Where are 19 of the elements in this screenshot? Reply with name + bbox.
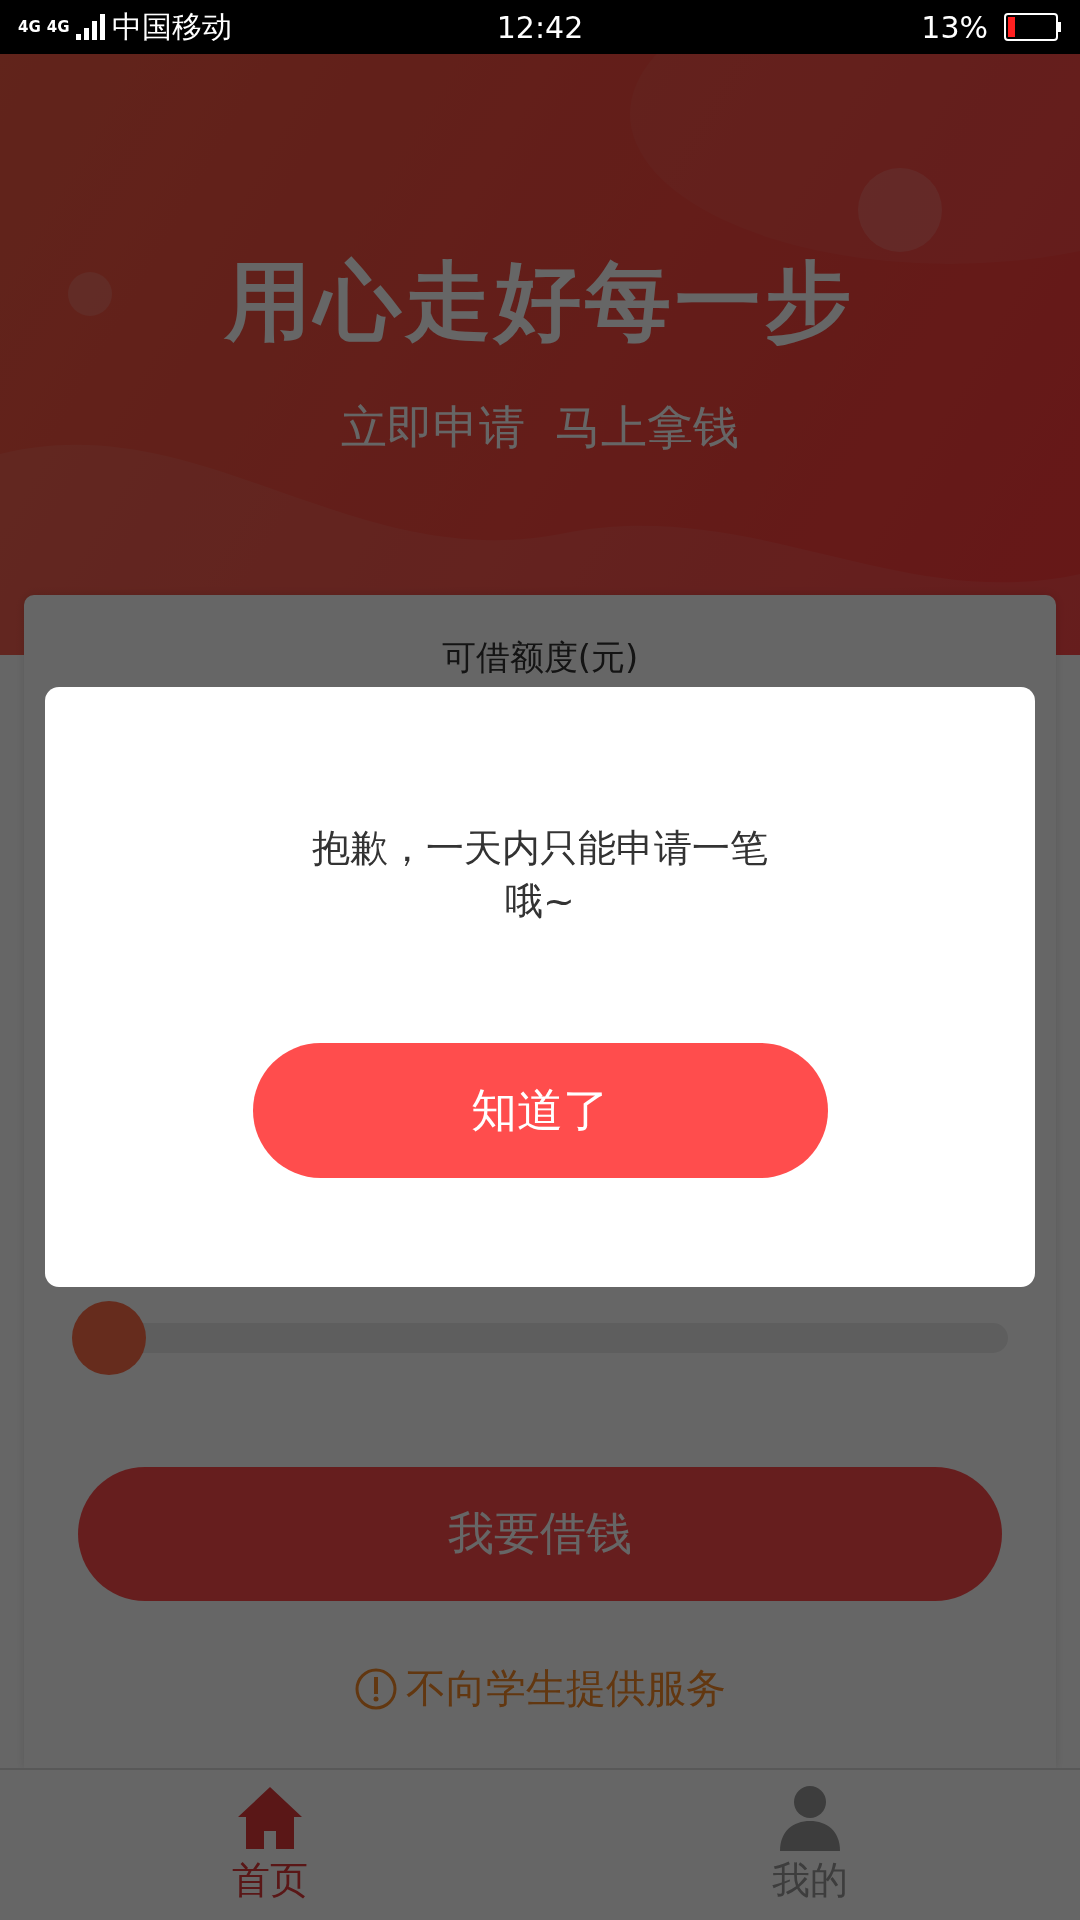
banner-title: 用心走好每一步 <box>225 250 855 353</box>
signal-icon <box>75 14 106 40</box>
battery-percent: 13% <box>921 9 988 45</box>
home-icon <box>236 1784 304 1851</box>
carrier-name: 中国移动 <box>111 7 232 46</box>
network-label: 4G <box>46 19 70 35</box>
dialog-message: 抱歉，一天内只能申请一笔哦~ <box>311 825 769 926</box>
battery-icon <box>1004 13 1062 41</box>
network-label: 4G <box>18 19 41 35</box>
banner-subtitle: 立即申请 马上拿钱 <box>341 399 739 456</box>
borrow-button[interactable]: 我要借钱 <box>78 1467 1002 1601</box>
tab-item[interactable]: 首页 <box>0 1770 540 1920</box>
notice-text: 不向学生提供服务 <box>406 1664 726 1713</box>
person-icon <box>777 1784 843 1851</box>
clock-time: 12:42 <box>496 9 584 45</box>
card-title: 可借额度(元) <box>441 636 639 679</box>
ok-button[interactable]: 知道了 <box>252 1043 828 1179</box>
amount-slider[interactable] <box>72 1301 1008 1375</box>
warning-icon <box>354 1666 398 1711</box>
